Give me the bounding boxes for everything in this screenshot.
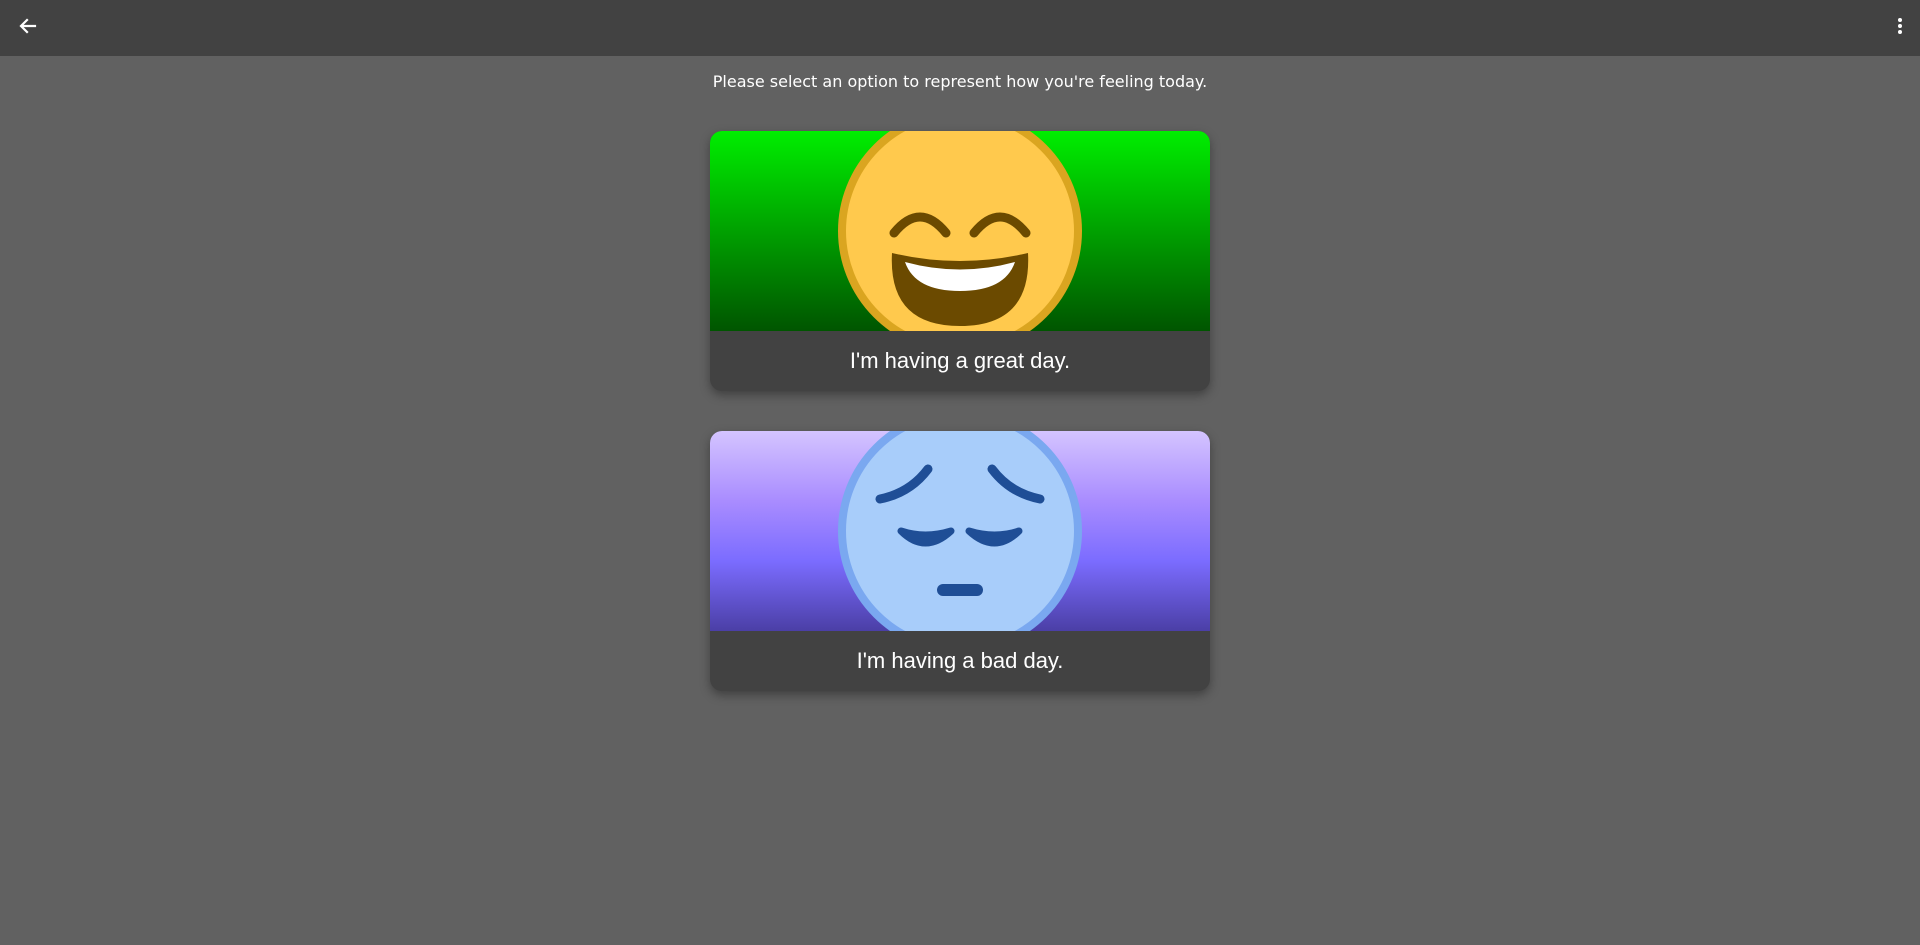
app-toolbar	[0, 0, 1920, 56]
mood-option-great[interactable]: I'm having a great day.	[710, 131, 1210, 391]
arrow-back-icon	[18, 16, 38, 41]
grinning-squinting-face-icon	[838, 131, 1082, 331]
mood-option-bad[interactable]: I'm having a bad day.	[710, 431, 1210, 691]
option-label: I'm having a bad day.	[856, 648, 1064, 673]
bad-day-banner	[710, 431, 1210, 631]
pensive-face-icon	[838, 431, 1082, 631]
more-options-button[interactable]	[1886, 14, 1914, 42]
great-day-banner	[710, 131, 1210, 331]
option-label: I'm having a great day.	[849, 348, 1071, 373]
back-button[interactable]	[14, 14, 42, 42]
instruction-text: Please select an option to represent how…	[712, 72, 1208, 91]
more-vert-icon	[1896, 16, 1904, 41]
